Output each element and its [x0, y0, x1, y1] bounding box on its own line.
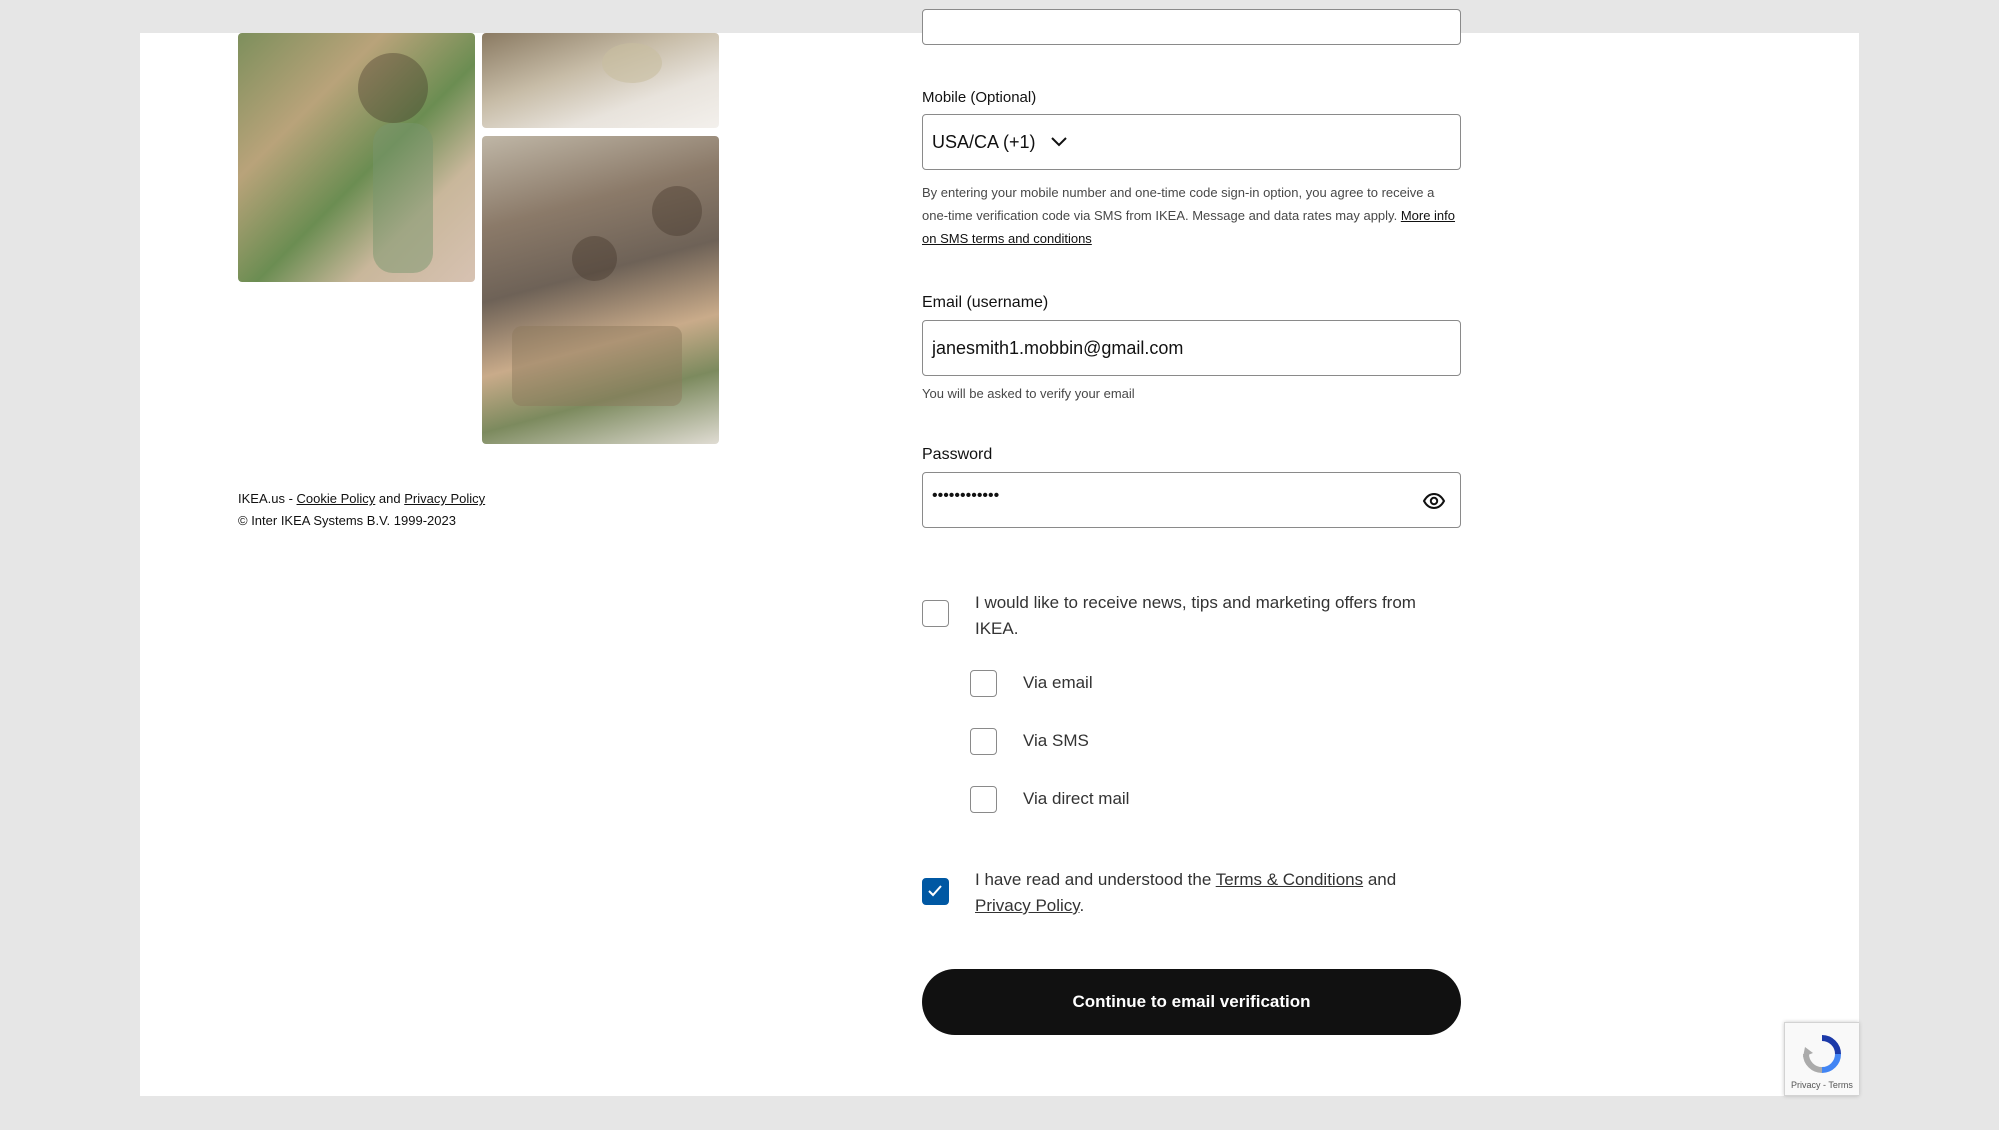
mobile-label: Mobile (Optional) [922, 89, 1037, 106]
terms-suffix: . [1079, 896, 1085, 915]
email-label: Email (username) [922, 294, 1049, 311]
via-email-checkbox[interactable] [970, 670, 997, 697]
email-input[interactable]: janesmith1.mobbin@gmail.com [932, 338, 1183, 359]
footer-copyright: © Inter IKEA Systems B.V. 1999-2023 [238, 513, 456, 528]
page: IKEA.us - Cookie Policy and Privacy Poli… [140, 9, 1859, 1096]
chevron-down-icon[interactable] [1049, 132, 1069, 152]
sms-disclaimer: By entering your mobile number and one-t… [922, 181, 1463, 250]
terms-checkbox[interactable] [922, 878, 949, 905]
sms-disclaimer-text: By entering your mobile number and one-t… [922, 185, 1435, 223]
recaptcha-icon [1803, 1035, 1841, 1073]
previous-field[interactable] [922, 9, 1461, 45]
continue-email-verification-button[interactable]: Continue to email verification [922, 969, 1461, 1035]
terms-prefix: I have read and understood the [975, 870, 1216, 889]
terms-privacy-link[interactable]: Privacy Policy [975, 896, 1080, 915]
footer-site: IKEA.us - [238, 491, 297, 506]
eye-icon[interactable] [1422, 489, 1446, 513]
via-direct-mail-label: Via direct mail [1023, 789, 1130, 808]
email-hint: You will be asked to verify your email [922, 386, 1135, 401]
recaptcha-links[interactable]: Privacy - Terms [1791, 1080, 1853, 1090]
recaptcha-badge[interactable]: Privacy - Terms [1784, 1022, 1859, 1096]
password-field[interactable]: •••••••••••• [922, 472, 1461, 528]
terms-middle: and [1363, 870, 1397, 889]
email-field[interactable]: janesmith1.mobbin@gmail.com [922, 320, 1461, 376]
checkmark-icon [928, 885, 942, 897]
password-input[interactable]: •••••••••••• [932, 487, 999, 505]
via-email-label: Via email [1023, 673, 1093, 692]
marketing-label: I would like to receive news, tips and m… [975, 593, 1416, 638]
password-label: Password [922, 446, 993, 463]
via-sms-label: Via SMS [1023, 731, 1089, 750]
cookie-policy-link[interactable]: Cookie Policy [297, 491, 376, 506]
privacy-policy-link[interactable]: Privacy Policy [404, 491, 485, 506]
footer-and: and [375, 491, 405, 506]
lifestyle-photo-plants [238, 33, 475, 282]
via-sms-checkbox[interactable] [970, 728, 997, 755]
mobile-field[interactable]: USA/CA (+1) [922, 114, 1461, 170]
terms-conditions-link[interactable]: Terms & Conditions [1216, 870, 1363, 889]
marketing-checkbox[interactable] [922, 600, 949, 627]
footer-links: IKEA.us - Cookie Policy and Privacy Poli… [238, 491, 485, 506]
country-code-select[interactable]: USA/CA (+1) [932, 132, 1036, 153]
via-direct-mail-checkbox[interactable] [970, 786, 997, 813]
lifestyle-photo-table [482, 33, 719, 128]
lifestyle-photo-dining [482, 136, 719, 444]
terms-label: I have read and understood the Terms & C… [975, 867, 1461, 919]
